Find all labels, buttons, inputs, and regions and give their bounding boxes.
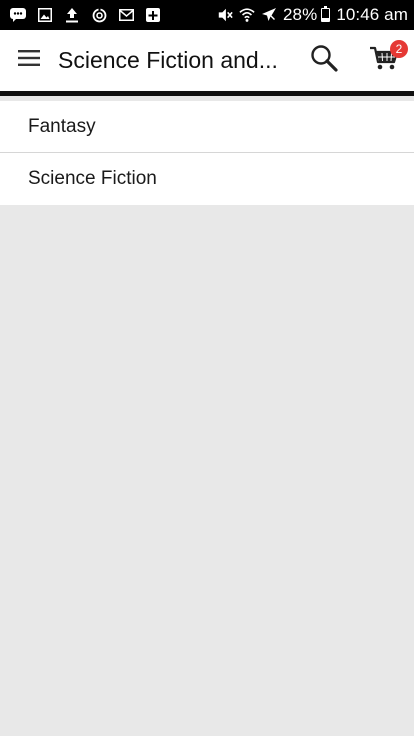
cart-button[interactable]: 2 [354, 31, 414, 91]
status-bar: 28% 10:46 am [0, 0, 414, 30]
menu-button[interactable] [0, 28, 58, 94]
airplane-icon [261, 7, 277, 23]
page-title: Science Fiction and... [58, 47, 278, 73]
image-icon [37, 7, 53, 23]
app-toolbar: Science Fiction and... 2 [0, 30, 414, 96]
clock: 10:46 am [336, 5, 408, 24]
status-bar-system: 28% 10:46 am [217, 5, 408, 25]
cart-count-badge: 2 [390, 39, 408, 58]
battery-percent: 28% [282, 5, 318, 24]
search-icon [310, 44, 338, 77]
hamburger-menu-icon [18, 50, 40, 71]
sync-icon [91, 7, 107, 23]
search-button[interactable] [296, 31, 352, 91]
chat-icon [10, 7, 26, 23]
mute-icon [217, 7, 233, 23]
list-item-science-fiction[interactable]: Science Fiction [0, 153, 414, 205]
upload-icon [64, 7, 80, 23]
mail-icon [118, 7, 134, 23]
status-bar-notifications [10, 7, 161, 23]
wifi-icon [239, 7, 255, 23]
battery-icon [321, 6, 331, 22]
category-list: Fantasy Science Fiction [0, 101, 414, 205]
calendar-icon [145, 7, 161, 23]
list-item-fantasy[interactable]: Fantasy [0, 101, 414, 153]
